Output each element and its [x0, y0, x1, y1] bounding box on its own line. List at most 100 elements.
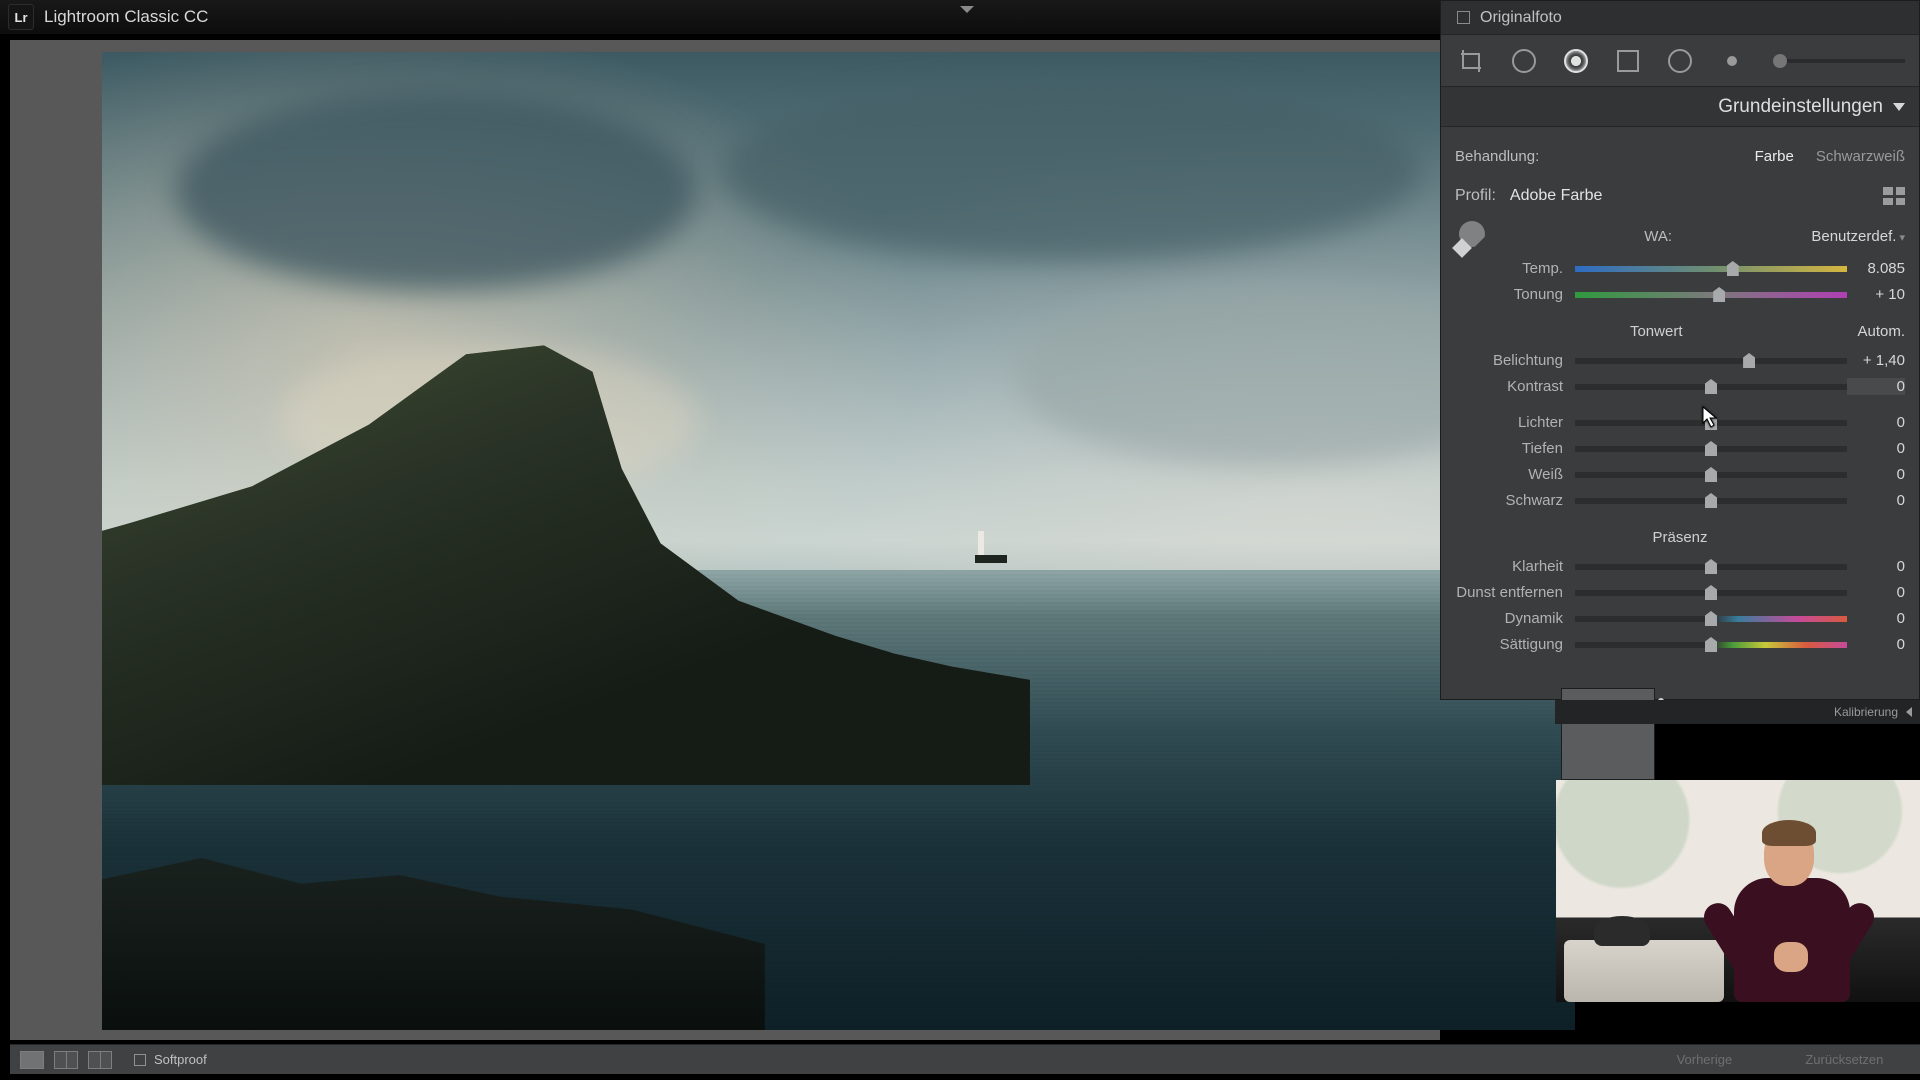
wb-mode-dropdown[interactable]: Benutzerdef.: [1811, 228, 1905, 245]
presence-header-row: Präsenz: [1455, 521, 1905, 553]
dehaze-label: Dunst entfernen: [1455, 584, 1575, 601]
temperature-label: Temp.: [1455, 260, 1575, 277]
wb-label: WA:: [1505, 228, 1811, 245]
tint-value[interactable]: + 10: [1847, 286, 1905, 303]
graduated-filter-icon[interactable]: [1611, 44, 1645, 78]
white-balance-row: WA: Benutzerdef.: [1455, 217, 1905, 255]
tone-header-row: Tonwert Autom.: [1455, 315, 1905, 347]
whites-slider[interactable]: [1575, 472, 1847, 478]
original-photo-row[interactable]: Originalfoto: [1441, 1, 1919, 35]
blacks-value[interactable]: 0: [1847, 492, 1905, 509]
saturation-slider[interactable]: [1575, 642, 1847, 648]
shadows-row: Tiefen 0: [1455, 435, 1905, 461]
presence-header: Präsenz: [1455, 529, 1905, 546]
treatment-bw-option[interactable]: Schwarzweiß: [1816, 148, 1905, 165]
softproof-label: Softproof: [154, 1052, 207, 1067]
tint-slider[interactable]: [1575, 292, 1847, 298]
brush-size-slider[interactable]: [1773, 59, 1905, 63]
profile-label: Profil:: [1455, 187, 1496, 205]
whites-label: Weiß: [1455, 466, 1575, 483]
profile-row: Profil: Adobe Farbe: [1455, 175, 1905, 217]
view-mode-compare-button[interactable]: [54, 1051, 78, 1069]
tint-row: Tonung + 10: [1455, 281, 1905, 307]
contrast-label: Kontrast: [1455, 378, 1575, 395]
clarity-value[interactable]: 0: [1847, 558, 1905, 575]
original-photo-checkbox[interactable]: [1457, 11, 1470, 24]
basic-panel-header[interactable]: Grundeinstellungen: [1441, 87, 1919, 127]
brush-tool-icon[interactable]: [1715, 44, 1749, 78]
view-mode-survey-button[interactable]: [88, 1051, 112, 1069]
app-logo: Lr: [8, 4, 34, 30]
tone-header: Tonwert: [1455, 323, 1857, 340]
crop-tool-icon[interactable]: [1455, 44, 1489, 78]
clarity-slider[interactable]: [1575, 564, 1847, 570]
previous-button[interactable]: Vorherige: [1663, 1048, 1747, 1071]
collapse-icon: [1893, 103, 1905, 111]
treatment-color-option[interactable]: Farbe: [1755, 148, 1794, 165]
exposure-slider[interactable]: [1575, 358, 1847, 364]
blacks-label: Schwarz: [1455, 492, 1575, 509]
temperature-value[interactable]: 8.085: [1847, 260, 1905, 277]
original-photo-label: Originalfoto: [1480, 9, 1562, 27]
exposure-value[interactable]: + 1,40: [1847, 352, 1905, 369]
vibrance-slider[interactable]: [1575, 616, 1847, 622]
whites-value[interactable]: 0: [1847, 466, 1905, 483]
temperature-slider[interactable]: [1575, 266, 1847, 272]
highlights-label: Lichter: [1455, 414, 1575, 431]
highlights-value[interactable]: 0: [1847, 414, 1905, 431]
dehaze-value[interactable]: 0: [1847, 584, 1905, 601]
tone-auto-button[interactable]: Autom.: [1857, 323, 1905, 340]
blacks-slider[interactable]: [1575, 498, 1847, 504]
contrast-value[interactable]: 0: [1847, 378, 1905, 395]
profile-value[interactable]: Adobe Farbe: [1510, 187, 1603, 205]
spot-tool-icon[interactable]: [1507, 44, 1541, 78]
app-titlebar: Lr Lightroom Classic CC: [0, 0, 1440, 35]
basic-panel-title: Grundeinstellungen: [1718, 96, 1883, 118]
softproof-checkbox[interactable]: [134, 1054, 146, 1066]
app-title: Lightroom Classic CC: [44, 7, 208, 27]
vibrance-row: Dynamik 0: [1455, 605, 1905, 631]
exposure-row: Belichtung + 1,40: [1455, 347, 1905, 373]
tint-label: Tonung: [1455, 286, 1575, 303]
whites-row: Weiß 0: [1455, 461, 1905, 487]
view-mode-single-button[interactable]: [20, 1051, 44, 1069]
dehaze-row: Dunst entfernen 0: [1455, 579, 1905, 605]
calibration-collapse-icon: [1906, 707, 1912, 717]
bottom-right-buttons: Vorherige Zurücksetzen: [1640, 1044, 1920, 1074]
image-canvas[interactable]: [10, 40, 1440, 1040]
saturation-label: Sättigung: [1455, 636, 1575, 653]
wb-picker-icon[interactable]: [1455, 219, 1489, 253]
vibrance-label: Dynamik: [1455, 610, 1575, 627]
tool-strip: [1441, 35, 1919, 87]
redeye-tool-icon[interactable]: [1559, 44, 1593, 78]
radial-filter-icon[interactable]: [1663, 44, 1697, 78]
bottom-toolbar: Softproof: [10, 1044, 1640, 1074]
clarity-row: Klarheit 0: [1455, 553, 1905, 579]
temperature-row: Temp. 8.085: [1455, 255, 1905, 281]
highlights-slider[interactable]: [1575, 420, 1847, 426]
profile-browser-icon[interactable]: [1883, 187, 1905, 205]
calibration-label: Kalibrierung: [1834, 705, 1898, 719]
basic-panel-body: Behandlung: Farbe Schwarzweiß Profil: Ad…: [1441, 127, 1919, 671]
webcam-overlay: [1556, 780, 1920, 1002]
treatment-row: Behandlung: Farbe Schwarzweiß: [1455, 137, 1905, 175]
shadows-slider[interactable]: [1575, 446, 1847, 452]
saturation-row: Sättigung 0: [1455, 631, 1905, 657]
dehaze-slider[interactable]: [1575, 590, 1847, 596]
photo-preview[interactable]: [102, 52, 1575, 1030]
titlebar-expand-icon[interactable]: [960, 6, 974, 13]
blacks-row: Schwarz 0: [1455, 487, 1905, 513]
reset-button[interactable]: Zurücksetzen: [1791, 1048, 1897, 1071]
shadows-value[interactable]: 0: [1847, 440, 1905, 457]
highlights-row: Lichter 0: [1455, 409, 1905, 435]
treatment-label: Behandlung:: [1455, 148, 1539, 165]
saturation-value[interactable]: 0: [1847, 636, 1905, 653]
shadows-label: Tiefen: [1455, 440, 1575, 457]
clarity-label: Klarheit: [1455, 558, 1575, 575]
develop-panel: Originalfoto Grundeinstellungen Behandlu…: [1440, 0, 1920, 700]
calibration-panel-header[interactable]: Kalibrierung: [1555, 700, 1920, 724]
vibrance-value[interactable]: 0: [1847, 610, 1905, 627]
contrast-slider[interactable]: [1575, 384, 1847, 390]
contrast-row: Kontrast 0: [1455, 373, 1905, 399]
exposure-label: Belichtung: [1455, 352, 1575, 369]
